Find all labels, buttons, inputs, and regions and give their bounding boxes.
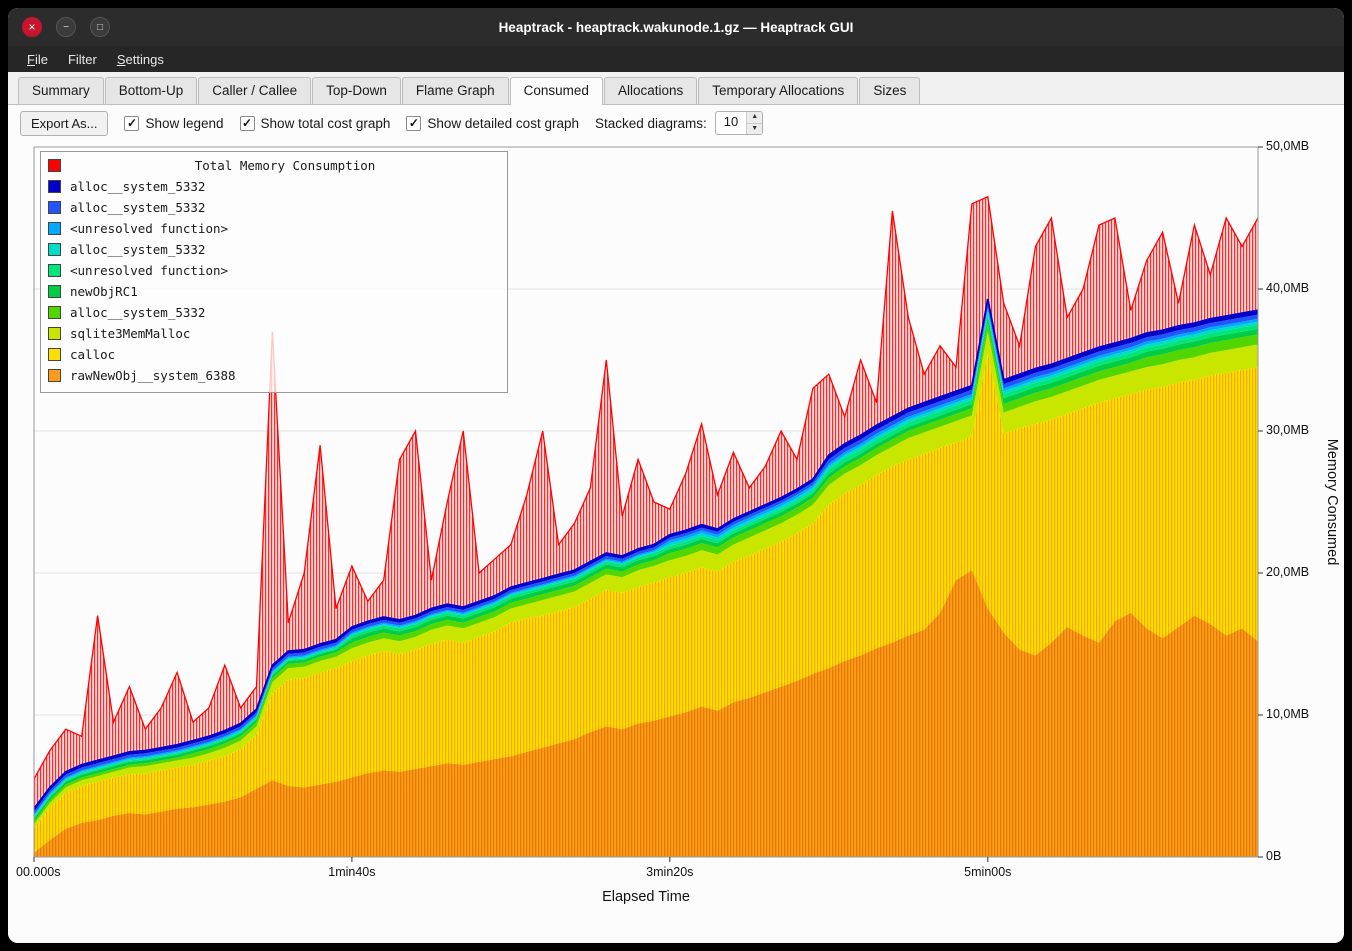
legend-item: alloc__system_5332 — [48, 302, 500, 323]
tab-flame-graph[interactable]: Flame Graph — [402, 77, 509, 104]
legend-item: alloc__system_5332 — [48, 239, 500, 260]
legend-swatch-icon — [48, 369, 61, 382]
tab-bottom-up[interactable]: Bottom-Up — [105, 77, 198, 104]
consumed-chart-area: Total Memory Consumption alloc__system_53… — [8, 141, 1344, 943]
y-tick-label: 0B — [1266, 849, 1281, 863]
x-tick-label: 3min20s — [625, 865, 715, 879]
spin-buttons: ▲ ▼ — [746, 112, 762, 134]
legend-label: calloc — [70, 347, 115, 362]
checkbox-show-legend[interactable]: ✓ Show legend — [124, 116, 223, 131]
legend-swatch-icon — [48, 285, 61, 298]
tab-temporary-allocations[interactable]: Temporary Allocations — [698, 77, 858, 104]
legend-label: alloc__system_5332 — [70, 305, 205, 320]
legend-swatch-icon — [48, 327, 61, 340]
legend-swatch-icon — [48, 222, 61, 235]
toolbar: Export As... ✓ Show legend ✓ Show total cos… — [8, 105, 1344, 141]
title-bar[interactable]: × − □ Heaptrack - heaptrack.wakunode.1.g… — [8, 8, 1344, 46]
legend-label: sqlite3MemMalloc — [70, 326, 190, 341]
legend-label: <unresolved function> — [70, 221, 228, 236]
legend-item: <unresolved function> — [48, 260, 500, 281]
tab-bar: SummaryBottom-UpCaller / CalleeTop-DownF… — [8, 72, 1344, 105]
window-title: Heaptrack - heaptrack.wakunode.1.gz — He… — [499, 20, 854, 35]
checkbox-label: Show total cost graph — [261, 116, 391, 131]
stacked-diagrams-spinbox[interactable]: 10 ▲ ▼ — [715, 111, 763, 135]
x-tick-label: 00.000s — [16, 865, 106, 879]
legend-item: rawNewObj__system_6388 — [48, 365, 500, 386]
checkbox-box-icon: ✓ — [240, 116, 255, 131]
menu-settings[interactable]: Settings — [108, 49, 173, 70]
y-axis-title: Memory Consumed — [1324, 439, 1340, 566]
menu-bar: FileFilterSettings — [8, 46, 1344, 72]
x-tick-label: 5min00s — [943, 865, 1033, 879]
legend-title: Total Memory Consumption — [48, 155, 500, 176]
legend-swatch-icon — [48, 201, 61, 214]
stacked-diagrams-label: Stacked diagrams: — [595, 116, 707, 131]
legend-swatch-icon — [48, 180, 61, 193]
y-tick-label: 10,0MB — [1266, 707, 1309, 721]
legend-label: alloc__system_5332 — [70, 200, 205, 215]
legend-swatch-icon — [48, 306, 61, 319]
tab-summary[interactable]: Summary — [18, 77, 104, 104]
stacked-diagrams-value: 10 — [716, 112, 746, 134]
maximize-button[interactable]: □ — [90, 17, 110, 37]
y-tick-label: 40,0MB — [1266, 281, 1309, 295]
legend-label: alloc__system_5332 — [70, 179, 205, 194]
legend-swatch-icon — [48, 159, 61, 172]
checkbox-label: Show legend — [145, 116, 223, 131]
legend-label: rawNewObj__system_6388 — [70, 368, 236, 383]
y-tick-label: 20,0MB — [1266, 565, 1309, 579]
legend-item: calloc — [48, 344, 500, 365]
menu-filter[interactable]: Filter — [59, 49, 106, 70]
legend-label: newObjRC1 — [70, 284, 138, 299]
window-controls: × − □ — [22, 8, 110, 46]
legend-swatch-icon — [48, 264, 61, 277]
tab-consumed[interactable]: Consumed — [510, 77, 603, 105]
legend-label: alloc__system_5332 — [70, 242, 205, 257]
legend-item: alloc__system_5332 — [48, 176, 500, 197]
checkbox-show-detailed-cost-graph[interactable]: ✓ Show detailed cost graph — [406, 116, 579, 131]
legend-item: <unresolved function> — [48, 218, 500, 239]
tab-top-down[interactable]: Top-Down — [312, 77, 401, 104]
checkbox-box-icon: ✓ — [124, 116, 139, 131]
y-tick-label: 50,0MB — [1266, 139, 1309, 153]
stacked-diagrams-group: Stacked diagrams: 10 ▲ ▼ — [595, 111, 763, 135]
x-axis-title: Elapsed Time — [602, 889, 690, 905]
legend-item: sqlite3MemMalloc — [48, 323, 500, 344]
x-tick-label: 1min40s — [307, 865, 397, 879]
checkbox-box-icon: ✓ — [406, 116, 421, 131]
menu-file[interactable]: File — [18, 49, 57, 70]
legend-item: alloc__system_5332 — [48, 197, 500, 218]
legend-label: Total Memory Consumption — [70, 158, 500, 173]
close-button[interactable]: × — [22, 17, 42, 37]
checkbox-label: Show detailed cost graph — [427, 116, 579, 131]
spin-down-icon[interactable]: ▼ — [747, 123, 762, 135]
legend-swatch-icon — [48, 243, 61, 256]
checkbox-group: ✓ Show legend ✓ Show total cost graph ✓ Show … — [124, 116, 579, 131]
app-window: × − □ Heaptrack - heaptrack.wakunode.1.g… — [8, 8, 1344, 943]
spin-up-icon[interactable]: ▲ — [747, 112, 762, 123]
checkbox-show-total-cost-graph[interactable]: ✓ Show total cost graph — [240, 116, 391, 131]
y-tick-label: 30,0MB — [1266, 423, 1309, 437]
legend-label: <unresolved function> — [70, 263, 228, 278]
chart-legend: Total Memory Consumption alloc__system_53… — [40, 151, 508, 393]
minimize-button[interactable]: − — [56, 17, 76, 37]
export-as-button[interactable]: Export As... — [20, 111, 108, 136]
legend-swatch-icon — [48, 348, 61, 361]
tab-allocations[interactable]: Allocations — [604, 77, 697, 104]
tab-sizes[interactable]: Sizes — [859, 77, 920, 104]
legend-item: newObjRC1 — [48, 281, 500, 302]
tab-caller-callee[interactable]: Caller / Callee — [198, 77, 311, 104]
